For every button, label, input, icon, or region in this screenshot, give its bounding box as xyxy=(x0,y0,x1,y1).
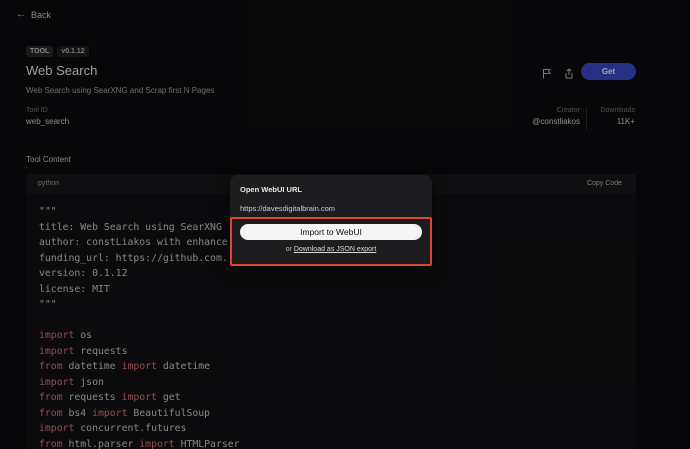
download-line: or Download as JSON export xyxy=(230,246,432,253)
popup-title: Open WebUI URL xyxy=(240,185,302,194)
import-to-webui-button[interactable]: Import to WebUI xyxy=(240,224,422,240)
open-webui-popup: Open WebUI URL https://davesdigitalbrain… xyxy=(230,175,432,266)
webui-url: https://davesdigitalbrain.com xyxy=(240,204,336,213)
tool-page: ← Back TOOL v0.1.12 Web Search Web Searc… xyxy=(0,0,690,449)
or-label: or xyxy=(285,246,292,253)
download-json-link[interactable]: Download as JSON export xyxy=(294,246,376,253)
